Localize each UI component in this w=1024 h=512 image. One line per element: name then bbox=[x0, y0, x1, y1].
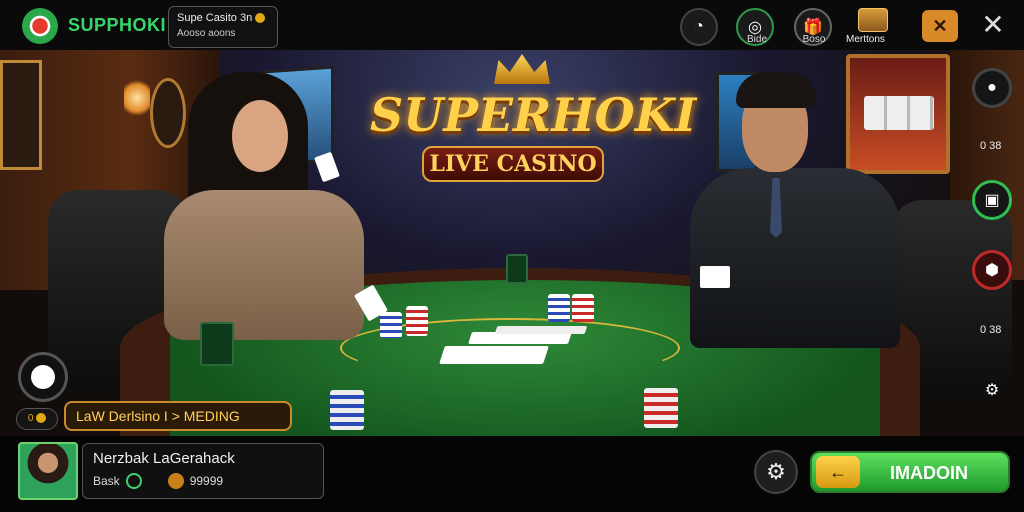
settings-icon[interactable]: ⚙ bbox=[972, 370, 1012, 410]
coins-badge[interactable]: 0 bbox=[16, 408, 58, 430]
stat-value: 99999 bbox=[189, 474, 224, 488]
card bbox=[314, 151, 340, 183]
info-box[interactable]: Supe Casito 3n Aooso aoons bbox=[168, 6, 278, 48]
chip-stack bbox=[380, 312, 402, 338]
side-value-1: 0 38 bbox=[980, 140, 1002, 152]
player-name: Nerzbak LaGerahack bbox=[93, 450, 235, 467]
chip-stack bbox=[644, 388, 678, 428]
dealer-woman-body bbox=[164, 190, 364, 340]
round-timer bbox=[18, 352, 68, 402]
avatar[interactable] bbox=[18, 442, 78, 500]
brand-logo-icon[interactable] bbox=[22, 8, 58, 44]
timer-dial bbox=[31, 365, 55, 389]
player-card[interactable]: Nerzbak LaGerahack Bask 99999 bbox=[82, 443, 324, 499]
wall-frame bbox=[0, 60, 42, 170]
mentions-label: Merttons bbox=[846, 34, 885, 45]
coin-icon bbox=[36, 413, 47, 424]
play-button-label: IMADOIN bbox=[890, 463, 968, 483]
card-shoe bbox=[200, 322, 234, 366]
card bbox=[439, 346, 549, 364]
frame-icon[interactable]: ▣ bbox=[972, 180, 1012, 220]
info-line-2: Aooso aoons bbox=[177, 28, 236, 39]
game-title: SUPERHOKI bbox=[370, 88, 697, 142]
card bbox=[494, 326, 588, 334]
badge-label: Bide bbox=[746, 34, 767, 45]
timer-icon[interactable]: ◔ bbox=[680, 8, 718, 46]
card bbox=[700, 266, 730, 288]
chip-stack bbox=[406, 306, 428, 336]
side-value-2: 0 38 bbox=[980, 324, 1002, 336]
chest-icon[interactable] bbox=[858, 8, 888, 32]
live-casino-scene: SUPERHOKI LIVE CASINO bbox=[0, 50, 1024, 436]
settings-gear-button[interactable]: ⚙ bbox=[754, 450, 798, 494]
top-bar: SUPPHOKI Supe Casito 3n Aooso aoons ◔ ◎ … bbox=[0, 0, 1024, 50]
status-ring-icon bbox=[125, 473, 142, 489]
exit-button[interactable]: ✕ bbox=[922, 10, 958, 42]
dealer-woman-face bbox=[232, 100, 288, 172]
wall-lamp bbox=[124, 80, 150, 116]
game-subtitle: LIVE CASINO bbox=[422, 146, 604, 182]
stat-label: Bask bbox=[93, 474, 120, 488]
chip-stack bbox=[548, 294, 570, 322]
coin-icon bbox=[167, 473, 184, 489]
wall-mirror bbox=[150, 78, 186, 148]
record-icon[interactable]: ● bbox=[972, 68, 1012, 108]
dealer-man-body bbox=[690, 168, 900, 348]
gift-label: Boso bbox=[802, 34, 826, 45]
crown-icon bbox=[494, 54, 550, 84]
slot-reel bbox=[864, 96, 934, 130]
slot-machine-picture bbox=[846, 54, 950, 174]
shield-icon[interactable]: ⬢ bbox=[972, 250, 1012, 290]
dealer-man-hair bbox=[736, 72, 816, 108]
info-line-1: Supe Casito 3n bbox=[177, 12, 269, 24]
brand-name: SUPPHOKI bbox=[68, 15, 167, 35]
coin-icon bbox=[255, 13, 266, 24]
status-banner: LaW Derlsino I > MEDING bbox=[64, 401, 292, 431]
back-arrow-icon[interactable]: ← bbox=[816, 456, 860, 488]
card-shoe bbox=[506, 254, 528, 284]
chip-stack bbox=[572, 294, 594, 322]
player-stats: Bask 99999 bbox=[93, 473, 313, 489]
play-button[interactable]: ← IMADOIN bbox=[810, 451, 1010, 493]
close-icon[interactable]: ✕ bbox=[978, 8, 1008, 42]
chip-stack bbox=[330, 390, 364, 430]
